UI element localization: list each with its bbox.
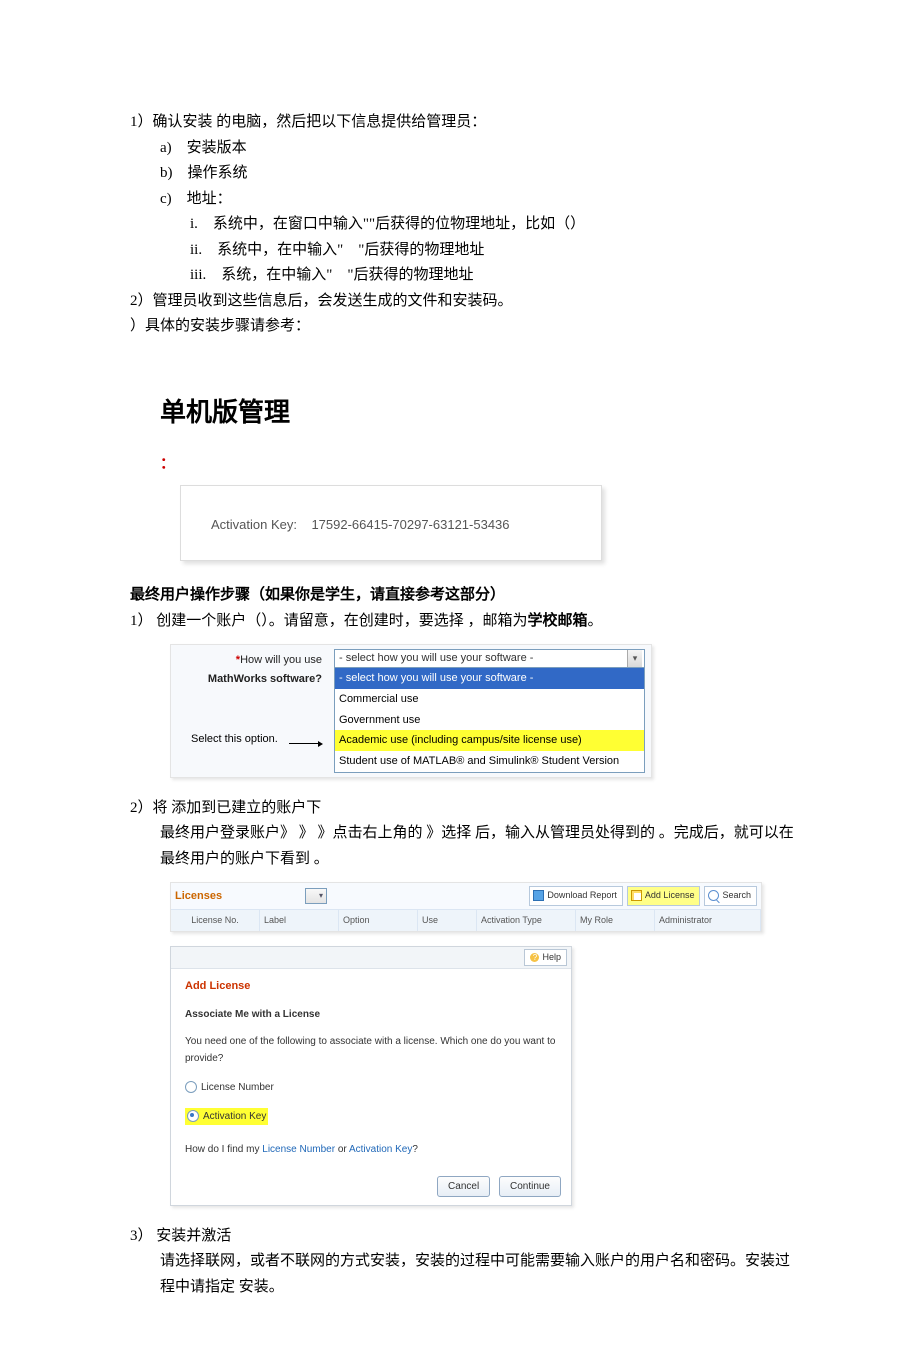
- add-icon: [631, 890, 642, 901]
- end-user-step-3b: 请选择联网，或者不联网的方式安装，安装的过程中可能需要输入账户的用户名和密码。安…: [130, 1249, 800, 1300]
- radio-license-number[interactable]: License Number: [185, 1079, 559, 1096]
- col-my-role: My Role: [576, 910, 655, 931]
- end-user-step-1: 1） 创建一个账户（）。请留意，在创建时，要选择 ，邮箱为学校邮箱。: [130, 609, 800, 635]
- colon-mark: ：: [130, 452, 800, 478]
- step-3: ）具体的安装步骤请参考：: [130, 314, 800, 340]
- step-1a: a) 安装版本: [130, 136, 800, 162]
- step-1c: c) 地址：: [130, 187, 800, 213]
- col-option: Option: [339, 910, 418, 931]
- section-heading: 单机版管理: [130, 390, 800, 434]
- end-user-heading: 最终用户操作步骤（如果你是学生，请直接参考这部分）: [130, 583, 800, 609]
- radio-activation-key[interactable]: Activation Key: [185, 1108, 268, 1125]
- arrow-icon: [289, 743, 319, 744]
- radio-icon: [185, 1081, 197, 1093]
- col-label: Label: [260, 910, 339, 931]
- step-1c-iii: iii. 系统，在中输入" "后获得的物理地址: [130, 263, 800, 289]
- select-this-option-tip: Select this option.: [191, 730, 278, 749]
- step-2: 2）管理员收到这些信息后，会发送生成的文件和安装码。: [130, 289, 800, 315]
- step-1b: b) 操作系统: [130, 161, 800, 187]
- step-1c-i: i. 系统中，在窗口中输入""后获得的位物理地址，比如（）: [130, 212, 800, 238]
- software-use-selection: *How will you use MathWorks software? - …: [170, 644, 652, 777]
- col-license-no: License No.: [171, 910, 260, 931]
- search-button[interactable]: Search: [704, 886, 757, 905]
- option-academic[interactable]: Academic use (including campus/site lice…: [335, 730, 644, 751]
- step-1c-ii: ii. 系统中，在中输入" "后获得的物理地址: [130, 238, 800, 264]
- activation-key-box: Activation Key: 17592-66415-70297-63121-…: [180, 485, 602, 561]
- help-icon: ?: [530, 953, 539, 962]
- licenses-filter-dropdown[interactable]: [305, 888, 327, 904]
- add-license-button[interactable]: Add License: [627, 886, 701, 905]
- col-activation-type: Activation Type: [477, 910, 576, 931]
- software-use-options[interactable]: - select how you will use your software …: [334, 668, 645, 772]
- col-administrator: Administrator: [655, 910, 761, 931]
- activation-key-link[interactable]: Activation Key: [349, 1144, 412, 1155]
- licenses-panel: Licenses Download Report Add License Sea…: [170, 882, 762, 932]
- end-user-step-2b: 最终用户登录账户》 》 》点击右上角的 》选择 后，输入从管理员处得到的 。完成…: [130, 821, 800, 872]
- option-commercial[interactable]: Commercial use: [335, 689, 644, 710]
- option-government[interactable]: Government use: [335, 710, 644, 731]
- licenses-table-header: License No. Label Option Use Activation …: [171, 910, 761, 931]
- search-icon: [708, 890, 719, 901]
- option-placeholder[interactable]: - select how you will use your software …: [335, 668, 644, 689]
- dialog-text: You need one of the following to associa…: [185, 1033, 559, 1067]
- licenses-title: Licenses: [175, 887, 305, 906]
- activation-key-label: Activation Key:: [211, 517, 297, 532]
- option-student[interactable]: Student use of MATLAB® and Simulink® Stu…: [335, 751, 644, 772]
- cancel-button[interactable]: Cancel: [437, 1176, 490, 1197]
- activation-key-value: 17592-66415-70297-63121-53436: [311, 517, 509, 532]
- help-button[interactable]: ? Help: [524, 949, 567, 966]
- radio-icon: [187, 1110, 199, 1122]
- software-use-label: *How will you use MathWorks software?: [171, 645, 328, 776]
- license-number-link[interactable]: License Number: [262, 1144, 335, 1155]
- find-help-text: How do I find my License Number or Activ…: [185, 1141, 559, 1158]
- document-page: 1）确认安装 的电脑，然后把以下信息提供给管理员： a) 安装版本 b) 操作系…: [0, 0, 920, 1360]
- add-license-dialog: ? Help Add License Associate Me with a L…: [170, 946, 572, 1206]
- continue-button[interactable]: Continue: [499, 1176, 561, 1197]
- end-user-step-3a: 3） 安装并激活: [130, 1224, 800, 1250]
- download-icon: [533, 890, 544, 901]
- dialog-subtitle: Associate Me with a License: [185, 1006, 559, 1023]
- download-report-button[interactable]: Download Report: [529, 886, 623, 905]
- col-use: Use: [418, 910, 477, 931]
- step-1: 1）确认安装 的电脑，然后把以下信息提供给管理员：: [130, 110, 800, 136]
- end-user-step-2a: 2）将 添加到已建立的账户下: [130, 796, 800, 822]
- dialog-title: Add License: [185, 977, 559, 996]
- software-use-combobox[interactable]: - select how you will use your software …: [334, 649, 645, 668]
